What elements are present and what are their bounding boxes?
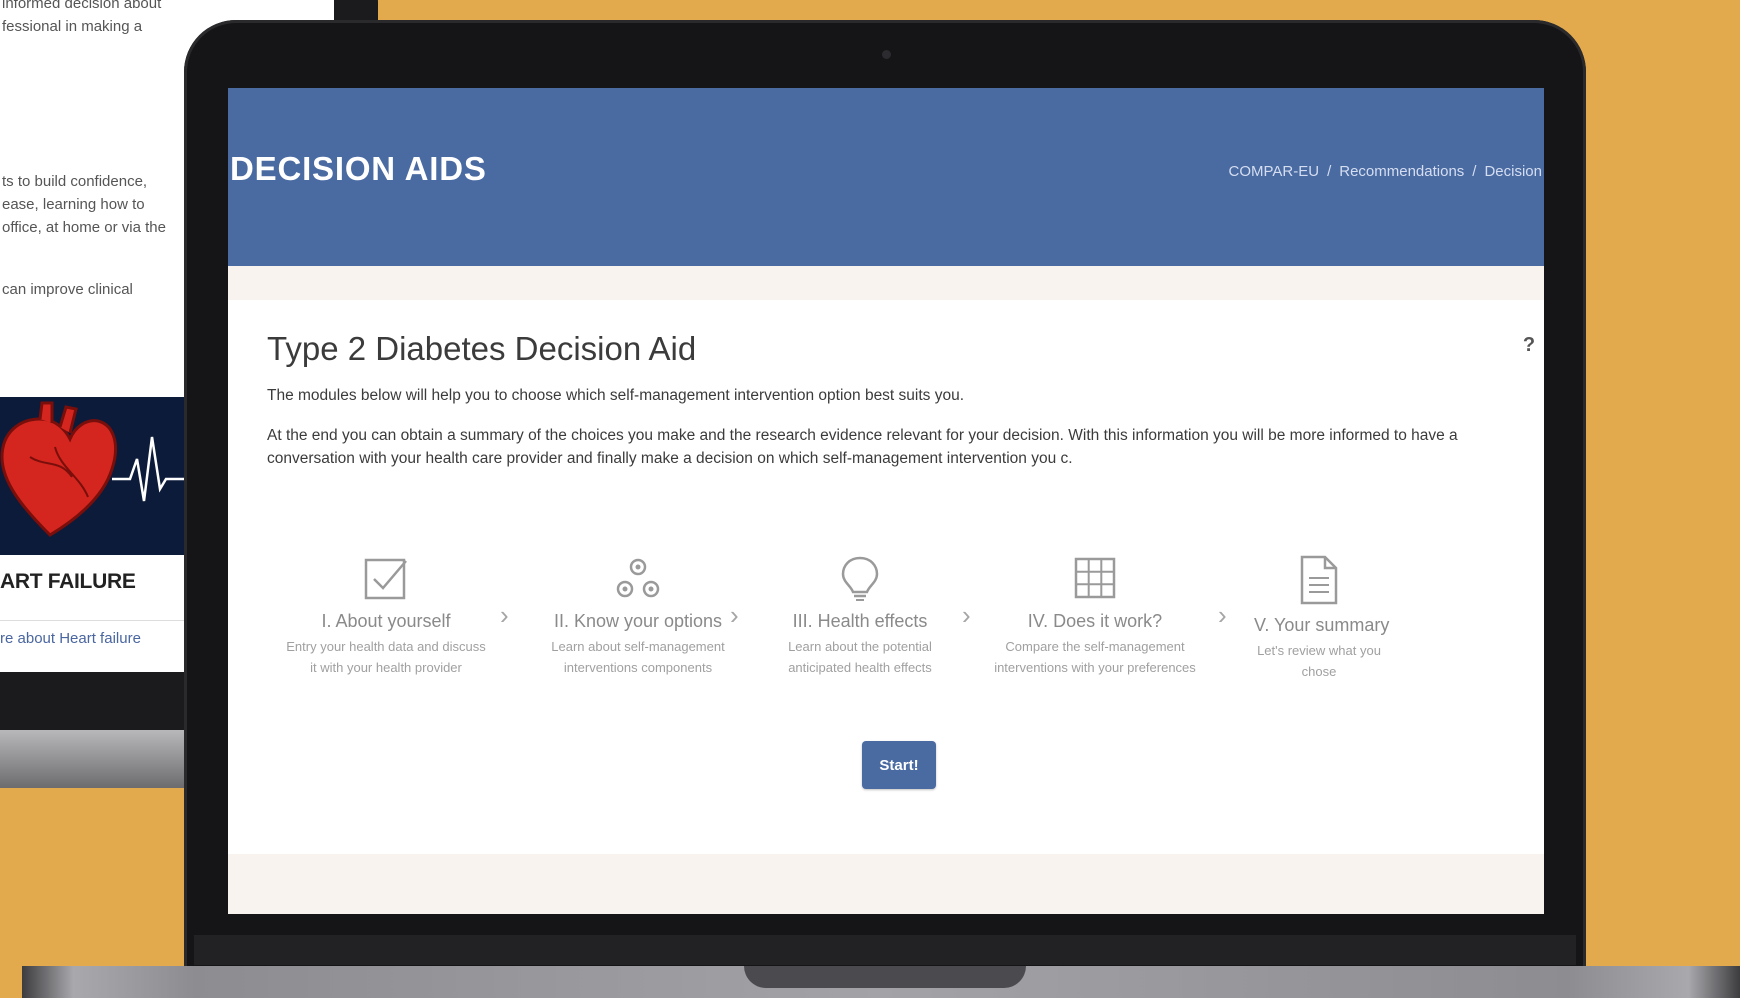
background-paragraph: can improve clinical (2, 281, 133, 298)
step-title: II. Know your options (553, 611, 723, 631)
laptop-screen: DECISION AIDS COMPAR-EU / Recommendations /… (228, 88, 1544, 914)
grid-icon (1074, 557, 1116, 599)
step-title: I. About yourself (321, 611, 451, 631)
step-title: V. Your summary (1254, 615, 1390, 635)
step-your-summary[interactable]: V. Your summary Let's review what you ch… (1254, 555, 1390, 682)
breadcrumb-item-decision: Decision (1484, 163, 1542, 180)
breadcrumb-separator: / (1472, 163, 1477, 180)
step-description: Learn about the potential anticipated he… (788, 639, 932, 675)
decision-aid-card: Type 2 Diabetes Decision Aid ? The modul… (228, 300, 1544, 854)
step-description: Compare the self-management intervention… (994, 639, 1196, 675)
lightbulb-icon (841, 556, 879, 601)
background-card-link[interactable]: re about Heart failure (0, 630, 141, 647)
step-title: IV. Does it work? (1027, 611, 1163, 631)
intro-text-summary: At the end you can obtain a summary of t… (267, 427, 1458, 467)
breadcrumb-item-compar-eu[interactable]: COMPAR-EU (1229, 163, 1320, 180)
document-icon (1300, 555, 1338, 605)
step-description: Let's review what you chose (1257, 643, 1381, 679)
page-title: DECISION AIDS (230, 150, 487, 187)
step-health-effects[interactable]: III. Health effects Learn about the pote… (766, 555, 954, 678)
page-header: DECISION AIDS COMPAR-EU / Recommendations /… (228, 88, 1544, 266)
laptop-notch (744, 966, 1026, 988)
breadcrumb-item-recommendations[interactable]: Recommendations (1339, 163, 1464, 180)
background-paragraph: informed decision about fessional in mak… (2, 0, 162, 35)
background-card-title: ART FAILURE (0, 570, 136, 593)
intro-text: The modules below will help you to choos… (267, 387, 965, 404)
chevron-right-icon: › (500, 600, 509, 630)
chevron-right-icon: › (730, 600, 739, 630)
step-know-your-options[interactable]: II. Know your options Learn about self-m… (548, 555, 728, 678)
laptop-chin (194, 935, 1576, 965)
checkbox-icon (364, 558, 407, 600)
step-description: Entry your health data and discuss it wi… (286, 639, 486, 675)
camera-icon (882, 50, 891, 59)
decision-aid-title: Type 2 Diabetes Decision Aid (267, 330, 697, 367)
background-paragraph: ts to build confidence, ease, learning h… (2, 173, 166, 236)
step-description: Learn about self-management intervention… (551, 639, 725, 675)
question-icon[interactable]: ? (1520, 334, 1538, 356)
gears-icon (616, 558, 660, 598)
start-button[interactable]: Start! (862, 741, 936, 789)
step-about-yourself[interactable]: I. About yourself Entry your health data… (286, 555, 486, 678)
breadcrumb-separator: / (1327, 163, 1332, 180)
chevron-right-icon: › (962, 600, 971, 630)
step-title: III. Health effects (792, 611, 928, 631)
chevron-right-icon: › (1218, 600, 1227, 630)
breadcrumb: COMPAR-EU / Recommendations / Decision (1227, 163, 1545, 180)
step-does-it-work[interactable]: IV. Does it work? Compare the self-manag… (992, 555, 1198, 678)
